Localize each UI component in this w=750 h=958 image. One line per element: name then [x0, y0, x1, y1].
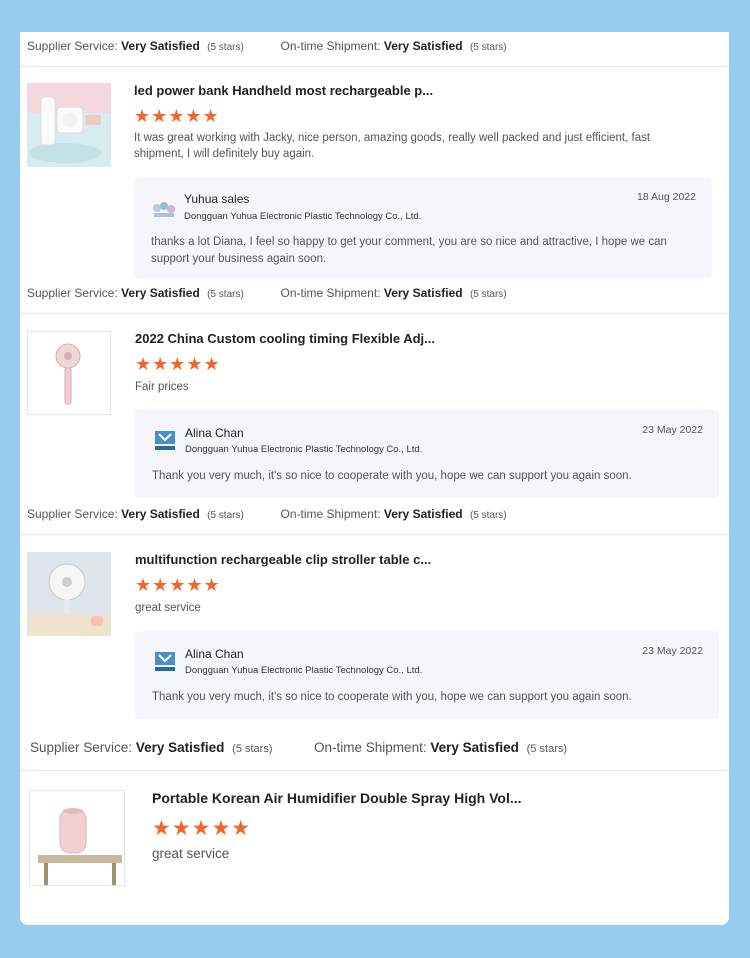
shipment-label: On-time Shipment:: [280, 507, 381, 521]
supplier-service-value: Very Satisfied: [121, 286, 200, 300]
shipment-label: On-time Shipment:: [280, 39, 381, 53]
rating-row: Supplier Service: Very Satisfied (5 star…: [30, 740, 567, 755]
seller-reply: Alina Chan Dongguan Yuhua Electronic Pla…: [135, 410, 719, 498]
rating-row: Supplier Service: Very Satisfied (5 star…: [27, 286, 507, 300]
review-text: great service: [135, 602, 201, 614]
review-text: It was great working with Jacky, nice pe…: [134, 132, 651, 160]
shipment-stars-note: (5 stars): [469, 42, 507, 53]
shipment-value: Very Satisfied: [430, 740, 519, 755]
product-title[interactable]: multifunction rechargeable clip stroller…: [135, 552, 431, 567]
supplier-service-label: Supplier Service:: [27, 286, 118, 300]
rating-row: Supplier Service: Very Satisfied (5 star…: [27, 39, 507, 53]
shipment-value: Very Satisfied: [383, 286, 463, 300]
star-rating: ★★★★★: [135, 354, 221, 374]
supplier-service-value: Very Satisfied: [121, 39, 200, 53]
shipment-stars-note: (5 stars): [469, 289, 507, 300]
seller-reply: Alina Chan Dongguan Yuhua Electronic Pla…: [135, 631, 719, 719]
supplier-service-label: Supplier Service:: [27, 507, 118, 521]
yuhua-logo-icon: [155, 431, 175, 450]
reply-date: 18 Aug 2022: [637, 191, 696, 203]
star-rating: ★★★★★: [135, 575, 221, 595]
product-title[interactable]: 2022 China Custom cooling timing Flexibl…: [135, 331, 435, 346]
supplier-service-value: Very Satisfied: [121, 507, 200, 521]
reply-message: Thank you very much, it's so nice to coo…: [152, 470, 632, 482]
star-rating: ★★★★★: [152, 817, 252, 840]
divider: [20, 313, 729, 314]
supplier-service-label: Supplier Service:: [30, 740, 133, 755]
power-bank-product-photo[interactable]: [27, 83, 111, 167]
product-title[interactable]: Portable Korean Air Humidifier Double Sp…: [152, 790, 522, 806]
humidifier-product-photo[interactable]: [29, 790, 125, 886]
seller-company: Dongguan Yuhua Electronic Plastic Techno…: [184, 211, 422, 222]
star-rating: ★★★★★: [134, 106, 220, 126]
seller-name: Alina Chan: [185, 426, 244, 440]
handheld-fan-product-photo[interactable]: [27, 331, 111, 415]
review-text: great service: [152, 846, 230, 861]
reviews-card: Supplier Service: Very Satisfied (5 star…: [20, 32, 729, 925]
reply-message: Thank you very much, it's so nice to coo…: [152, 691, 632, 703]
product-title[interactable]: led power bank Handheld most rechargeabl…: [134, 83, 433, 98]
divider: [20, 66, 729, 67]
reply-message: thanks a lot Diana, I feel so happy to g…: [151, 236, 667, 265]
rating-row: Supplier Service: Very Satisfied (5 star…: [27, 507, 507, 521]
supplier-service-label: Supplier Service:: [27, 39, 118, 53]
reply-date: 23 May 2022: [642, 424, 703, 436]
seller-company: Dongguan Yuhua Electronic Plastic Techno…: [185, 444, 423, 455]
divider: [20, 534, 729, 535]
yuhua-logo-icon: [155, 652, 175, 671]
seller-name: Yuhua sales: [184, 192, 250, 206]
shipment-value: Very Satisfied: [383, 507, 463, 521]
shipment-value: Very Satisfied: [383, 39, 463, 53]
shipment-label: On-time Shipment:: [280, 286, 381, 300]
reply-date: 23 May 2022: [642, 645, 703, 657]
shipment-stars-note: (5 stars): [526, 743, 568, 755]
supplier-stars-note: (5 stars): [207, 289, 244, 300]
seller-company: Dongguan Yuhua Electronic Plastic Techno…: [185, 665, 423, 676]
clip-fan-product-photo[interactable]: [27, 552, 111, 636]
review-text: Fair prices: [135, 381, 189, 393]
shipment-stars-note: (5 stars): [469, 510, 507, 521]
supplier-service-value: Very Satisfied: [135, 740, 225, 755]
seller-reply: Yuhua sales Dongguan Yuhua Electronic Pl…: [134, 178, 712, 278]
divider: [20, 770, 729, 771]
seller-name: Alina Chan: [185, 647, 244, 661]
shipment-label: On-time Shipment:: [314, 740, 427, 755]
supplier-stars-note: (5 stars): [207, 510, 244, 521]
supplier-stars-note: (5 stars): [232, 743, 273, 755]
supplier-stars-note: (5 stars): [207, 42, 244, 53]
seller-avatar-icon: [153, 202, 175, 217]
